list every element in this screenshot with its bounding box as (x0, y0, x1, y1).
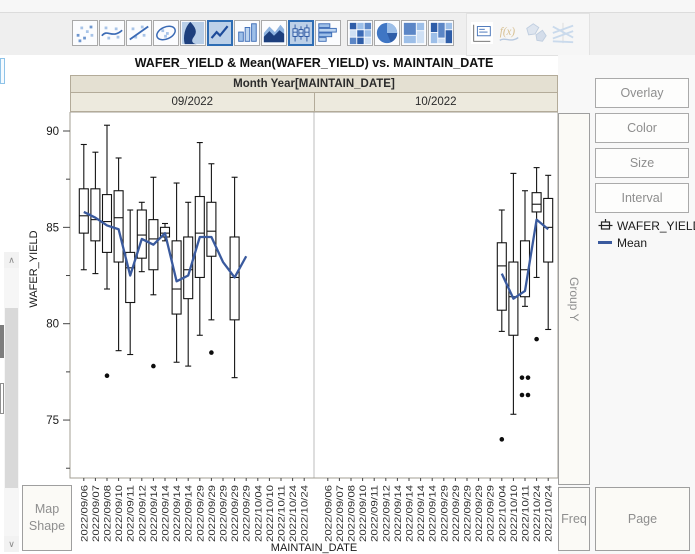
ellipse-icon[interactable] (153, 20, 179, 46)
svg-text:2022/09/29: 2022/09/29 (463, 485, 473, 542)
caption-box-icon[interactable] (469, 20, 495, 46)
formula-icon: f(x) (496, 20, 522, 46)
svg-text:2022/09/29: 2022/09/29 (439, 485, 449, 542)
svg-text:2022/09/29: 2022/09/29 (486, 485, 496, 542)
overlay-drop-zone[interactable]: Overlay (595, 78, 689, 108)
svg-text:2022/09/14: 2022/09/14 (172, 485, 182, 542)
svg-text:2022/09/11: 2022/09/11 (370, 485, 380, 542)
svg-text:2022/10/10: 2022/10/10 (509, 485, 519, 542)
svg-text:2022/09/29: 2022/09/29 (230, 485, 240, 542)
map-shape-drop-zone[interactable]: Map Shape (22, 485, 72, 551)
svg-text:2022/09/14: 2022/09/14 (161, 485, 171, 542)
x-axis-title: MAINTAIN_DATE (270, 542, 358, 554)
svg-text:2022/09/29: 2022/09/29 (451, 485, 461, 542)
svg-text:2022/09/11: 2022/09/11 (126, 485, 136, 542)
contour-icon[interactable] (180, 20, 206, 46)
svg-text:85: 85 (46, 222, 59, 234)
svg-text:2022/09/14: 2022/09/14 (416, 485, 426, 542)
map-shapes-icon (523, 20, 549, 46)
svg-text:2022/09/10: 2022/09/10 (114, 485, 124, 542)
svg-text:f(x): f(x) (500, 26, 516, 38)
smoother-icon[interactable] (99, 20, 125, 46)
bar-chart-icon[interactable] (234, 20, 260, 46)
mosaic-icon[interactable] (428, 20, 454, 46)
svg-text:2022/09/12: 2022/09/12 (137, 485, 147, 542)
legend: WAFER_YIELD Mean (597, 217, 695, 251)
line-chart-icon[interactable] (207, 20, 233, 46)
svg-text:2022/09/29: 2022/09/29 (219, 485, 229, 542)
svg-text:2022/09/29: 2022/09/29 (207, 485, 217, 542)
svg-text:2022/09/07: 2022/09/07 (91, 485, 101, 542)
scatter-icon[interactable] (72, 20, 98, 46)
svg-text:80: 80 (46, 319, 59, 331)
svg-text:2022/09/08: 2022/09/08 (347, 485, 357, 542)
legend-item-mean[interactable]: Mean (597, 234, 695, 251)
mean-line-legend-icon (597, 241, 613, 244)
svg-text:2022/09/07: 2022/09/07 (335, 485, 345, 542)
box-plot-icon[interactable] (288, 20, 314, 46)
svg-text:2022/10/10: 2022/10/10 (265, 485, 275, 542)
svg-text:2022/09/14: 2022/09/14 (393, 485, 403, 542)
window-top-strip (0, 0, 695, 13)
scroll-up-icon[interactable]: ∧ (4, 252, 19, 268)
line-of-fit-icon[interactable] (126, 20, 152, 46)
panel-header-09-2022: 09/2022 (71, 93, 315, 111)
svg-text:2022/09/08: 2022/09/08 (103, 485, 113, 542)
svg-text:2022/09/29: 2022/09/29 (474, 485, 484, 542)
svg-text:2022/10/04: 2022/10/04 (253, 485, 263, 542)
svg-text:2022/10/24: 2022/10/24 (532, 485, 542, 542)
size-drop-zone[interactable]: Size (595, 148, 689, 178)
pie-chart-icon[interactable] (374, 20, 400, 46)
panel-header-row: 09/2022 10/2022 (70, 92, 558, 112)
scrollbar-thumb[interactable] (5, 308, 18, 488)
element-type-toolbar: f(x) (0, 13, 695, 56)
treemap-icon[interactable] (401, 20, 427, 46)
svg-text:2022/10/24: 2022/10/24 (544, 485, 554, 542)
svg-text:2022/09/14: 2022/09/14 (405, 485, 415, 542)
svg-text:2022/10/04: 2022/10/04 (497, 485, 507, 542)
svg-text:2022/10/24: 2022/10/24 (300, 485, 310, 542)
svg-text:2022/09/06: 2022/09/06 (79, 485, 89, 542)
group-y-drop-zone[interactable]: Group Y (558, 113, 590, 485)
histogram-icon[interactable] (315, 20, 341, 46)
boxplot-legend-icon (597, 219, 613, 232)
freq-drop-zone[interactable]: Freq (558, 487, 590, 551)
svg-text:90: 90 (46, 126, 59, 138)
svg-text:2022/09/06: 2022/09/06 (323, 485, 333, 542)
collapsed-panel-fragment[interactable] (0, 58, 5, 84)
legend-item-wafer-yield[interactable]: WAFER_YIELD (597, 217, 695, 234)
area-chart-icon[interactable] (261, 20, 287, 46)
svg-text:75: 75 (46, 415, 59, 427)
page-drop-zone[interactable]: Page (595, 487, 690, 551)
scroll-down-icon[interactable]: ∨ (4, 536, 19, 552)
graph-builder-window: f(x) WAFER_YIELD & Mean(WAFER_YIELD) vs.… (0, 0, 695, 554)
heatmap-icon[interactable] (347, 20, 373, 46)
color-drop-zone[interactable]: Color (595, 113, 689, 143)
group-x-header: Month Year[MAINTAIN_DATE] (70, 75, 558, 93)
svg-text:2022/09/12: 2022/09/12 (381, 485, 391, 542)
svg-text:2022/09/29: 2022/09/29 (242, 485, 252, 542)
svg-text:2022/10/24: 2022/10/24 (288, 485, 298, 542)
chart-title: WAFER_YIELD & Mean(WAFER_YIELD) vs. MAIN… (134, 56, 494, 70)
parallel-plot-icon (550, 20, 576, 46)
panel-header-10-2022: 10/2022 (314, 93, 557, 111)
vertical-scrollbar[interactable]: ∧ ∨ (4, 252, 19, 552)
svg-text:2022/09/14: 2022/09/14 (428, 485, 438, 542)
svg-text:2022/09/14: 2022/09/14 (184, 485, 194, 542)
interval-drop-zone[interactable]: Interval (595, 183, 689, 213)
svg-text:2022/10/11: 2022/10/11 (521, 485, 531, 542)
svg-text:2022/09/14: 2022/09/14 (149, 485, 159, 542)
legend-label: Mean (617, 235, 648, 250)
y-axis-title: WAFER_YIELD (28, 230, 40, 308)
boxplot-chart[interactable]: 908580752022/09/06 2022/09/07 2022/09/08 20… (20, 112, 558, 552)
toolbar-icon-row: f(x) (72, 20, 577, 46)
svg-text:2022/09/29: 2022/09/29 (195, 485, 205, 542)
svg-text:2022/09/10: 2022/09/10 (358, 485, 368, 542)
svg-text:2022/10/11: 2022/10/11 (277, 485, 287, 542)
legend-label: WAFER_YIELD (617, 218, 695, 233)
